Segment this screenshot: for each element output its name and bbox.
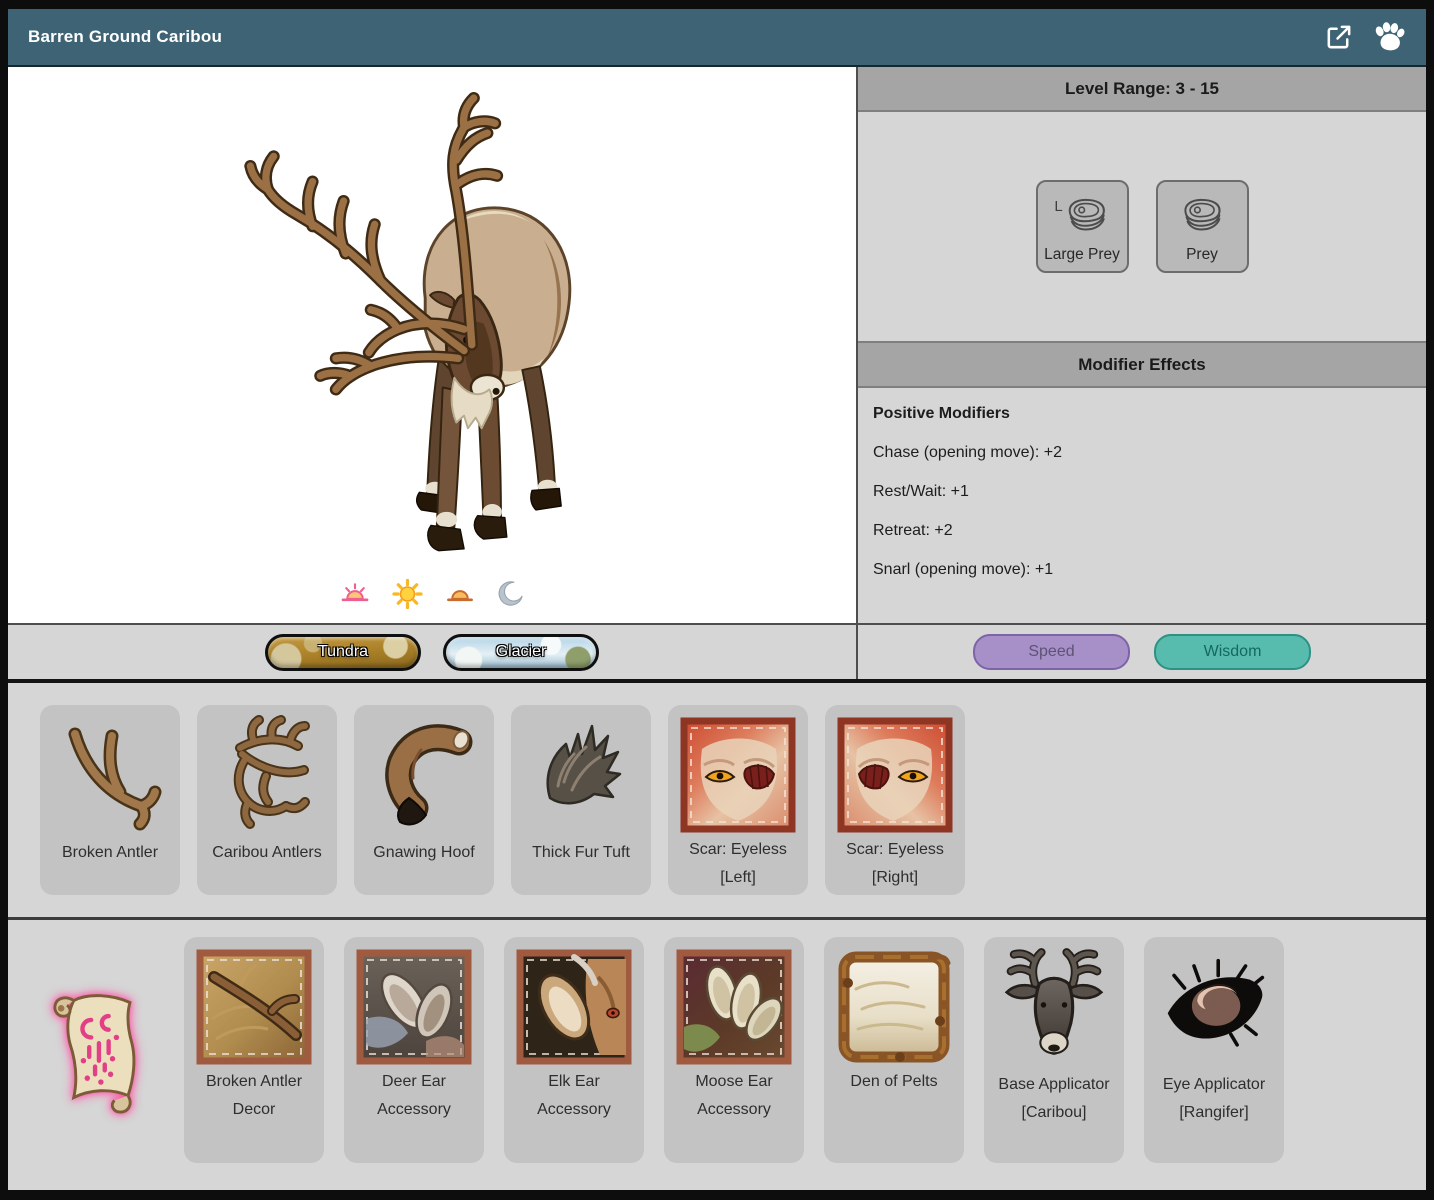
biome-button-glacier[interactable]: Glacier	[443, 634, 599, 671]
drops-section: Broken Antler	[8, 679, 1426, 917]
sunset-icon	[445, 579, 476, 609]
biome-label: Tundra	[318, 643, 368, 661]
item-label: Moose Ear Accessory	[664, 1065, 804, 1124]
item-card-scar-eyeless-left[interactable]: Scar: Eyeless [Left]	[668, 705, 808, 895]
scar-eyeless-left-art	[680, 717, 796, 833]
broken-antler-art	[49, 714, 171, 836]
item-card-broken-antler[interactable]: Broken Antler	[40, 705, 180, 895]
biome-label: Glacier	[496, 643, 547, 661]
top-row: Level Range: 3 - 15 L Large Prey	[8, 67, 1426, 623]
item-card-broken-antler-decor[interactable]: Broken Antler Decor	[184, 937, 324, 1163]
item-label: Deer Ear Accessory	[344, 1065, 484, 1124]
stat-button-wisdom[interactable]: Wisdom	[1154, 634, 1311, 670]
biome-buttons: Tundra Glacier	[8, 625, 856, 679]
modifier-effects-header: Modifier Effects	[858, 341, 1426, 388]
steak-icon	[1064, 196, 1110, 235]
item-label: Broken Antler Decor	[184, 1065, 324, 1124]
stat-buttons: Speed Wisdom	[856, 625, 1426, 679]
modifier-line: Chase (opening move): +2	[873, 444, 1411, 462]
external-link-icon[interactable]	[1323, 22, 1354, 53]
npc-detail-page: Barren Ground Caribou	[8, 9, 1426, 1190]
modifier-effects-body: Positive Modifiers Chase (opening move):…	[858, 388, 1426, 623]
item-card-deer-ear-accessory[interactable]: Deer Ear Accessory	[344, 937, 484, 1163]
item-label: Caribou Antlers	[197, 836, 337, 867]
modifier-line: Retreat: +2	[873, 522, 1411, 540]
active-times-row	[340, 578, 525, 610]
recipe-scroll-icon[interactable]	[44, 987, 150, 1115]
item-label: Den of Pelts	[824, 1065, 964, 1096]
caribou-antlers-art	[206, 714, 328, 836]
item-card-moose-ear-accessory[interactable]: Moose Ear Accessory	[664, 937, 804, 1163]
prey-button[interactable]: Prey	[1156, 180, 1249, 273]
item-label: Elk Ear Accessory	[504, 1065, 644, 1124]
thick-fur-tuft-art	[520, 714, 642, 836]
elk-ear-accessory-art	[516, 949, 632, 1065]
item-card-base-applicator-caribou[interactable]: Base Applicator [Caribou]	[984, 937, 1124, 1163]
modifier-line: Snarl (opening move): +1	[873, 561, 1411, 579]
deer-ear-accessory-art	[356, 949, 472, 1065]
den-of-pelts-art	[836, 949, 952, 1065]
item-card-eye-applicator-rangifer[interactable]: Eye Applicator [Rangifer]	[1144, 937, 1284, 1163]
biome-button-tundra[interactable]: Tundra	[265, 634, 421, 671]
base-applicator-caribou-art	[993, 946, 1115, 1068]
item-card-scar-eyeless-right[interactable]: Scar: Eyeless [Right]	[825, 705, 965, 895]
item-label: Base Applicator [Caribou]	[984, 1068, 1124, 1127]
scar-eyeless-right-art	[837, 717, 953, 833]
item-label: Scar: Eyeless [Left]	[668, 833, 808, 892]
positive-modifiers-title: Positive Modifiers	[873, 405, 1411, 423]
sun-icon	[392, 578, 424, 610]
item-label: Eye Applicator [Rangifer]	[1144, 1068, 1284, 1127]
item-card-den-of-pelts[interactable]: Den of Pelts	[824, 937, 964, 1163]
steak-icon	[1179, 196, 1225, 235]
stat-button-speed[interactable]: Speed	[973, 634, 1130, 670]
moon-icon	[497, 580, 525, 608]
titlebar-actions	[1323, 22, 1406, 53]
item-label: Scar: Eyeless [Right]	[825, 833, 965, 892]
encounter-info-panel: Level Range: 3 - 15 L Large Prey	[856, 67, 1426, 623]
large-prey-button[interactable]: L Large Prey	[1036, 180, 1129, 273]
paw-icon[interactable]	[1372, 22, 1406, 52]
large-prey-label: Large Prey	[1044, 246, 1120, 264]
item-label: Broken Antler	[40, 836, 180, 867]
prey-label: Prey	[1186, 246, 1218, 264]
prey-type-area: L Large Prey	[858, 112, 1426, 341]
large-prey-size-badge: L	[1054, 198, 1062, 215]
page-title: Barren Ground Caribou	[28, 27, 222, 47]
moose-ear-accessory-art	[676, 949, 792, 1065]
npc-artwork-panel	[8, 67, 856, 623]
item-label: Thick Fur Tuft	[511, 836, 651, 867]
gnawing-hoof-art	[363, 714, 485, 836]
broken-antler-decor-art	[196, 949, 312, 1065]
band-row: Tundra Glacier Speed Wisdom	[8, 623, 1426, 679]
item-card-gnawing-hoof[interactable]: Gnawing Hoof	[354, 705, 494, 895]
eye-applicator-rangifer-art	[1153, 946, 1275, 1068]
titlebar: Barren Ground Caribou	[8, 9, 1426, 67]
stat-label: Speed	[1028, 643, 1074, 661]
item-label: Gnawing Hoof	[354, 836, 494, 867]
modifier-line: Rest/Wait: +1	[873, 483, 1411, 501]
level-range-header: Level Range: 3 - 15	[858, 67, 1426, 112]
sunrise-icon	[340, 579, 371, 609]
crafting-section: Broken Antler Decor Deer Ear Accessory	[8, 917, 1426, 1190]
item-card-caribou-antlers[interactable]: Caribou Antlers	[197, 705, 337, 895]
item-card-elk-ear-accessory[interactable]: Elk Ear Accessory	[504, 937, 644, 1163]
item-card-thick-fur-tuft[interactable]: Thick Fur Tuft	[511, 705, 651, 895]
stat-label: Wisdom	[1204, 643, 1262, 661]
caribou-illustration	[9, 67, 855, 607]
